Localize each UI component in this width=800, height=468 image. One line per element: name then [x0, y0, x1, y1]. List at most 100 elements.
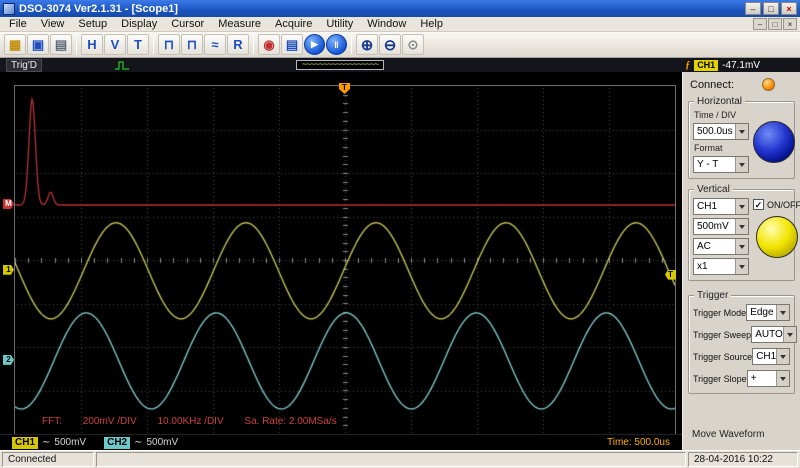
trigger-group: Trigger Trigger Mode Edge Trigger Sweep … — [688, 290, 797, 394]
format-select[interactable]: Y - T — [693, 156, 749, 173]
dropdown-arrow-icon[interactable] — [735, 219, 748, 234]
ch1-badge: CH1 — [12, 436, 39, 449]
ch1-zero-marker[interactable]: 1 — [3, 264, 14, 275]
trigger-pulse-icon — [114, 60, 129, 70]
format-label: Format — [694, 143, 723, 153]
self-cal-icon[interactable]: ⊙ — [402, 34, 424, 55]
datetime-value: 28-04-2016 10:22 — [688, 452, 798, 467]
application-window: DSO-3074 Ver2.1.31 - [Scope1] – □ × File… — [0, 0, 800, 468]
trigger-source-label: Trigger Source — [693, 351, 753, 362]
dropdown-arrow-icon[interactable] — [735, 259, 748, 274]
ch2-badge: CH2 — [104, 436, 131, 449]
dropdown-arrow-icon[interactable] — [735, 157, 748, 172]
fft-zero-marker[interactable]: M — [3, 199, 14, 210]
app-icon — [3, 2, 15, 15]
ch2-scale: 500mV — [146, 437, 179, 448]
menu-file[interactable]: File — [2, 18, 34, 30]
print-icon[interactable]: ▤ — [50, 34, 72, 55]
channel-bar: CH1 ∼ 500mV CH2 ∼ 500mV Time: 500.0us — [0, 434, 682, 450]
trigger-sweep-select[interactable]: AUTO — [751, 326, 797, 343]
minimize-button[interactable]: – — [745, 2, 761, 15]
status-bar: Connected 28-04-2016 10:22 — [0, 450, 800, 468]
menu-acquire[interactable]: Acquire — [268, 18, 319, 30]
math-waveform-icon[interactable]: ⊓ — [158, 34, 180, 55]
fft-icon[interactable]: ⊓ — [181, 34, 203, 55]
dropdown-arrow-icon[interactable] — [735, 239, 748, 254]
vertical-position-knob[interactable] — [756, 216, 798, 258]
dropdown-arrow-icon[interactable] — [776, 349, 790, 364]
toolbar-separator — [153, 35, 154, 54]
horizontal-panel-button[interactable]: H — [81, 34, 103, 55]
trigger-group-title: Trigger — [694, 290, 732, 301]
menu-utility[interactable]: Utility — [319, 18, 360, 30]
trigger-status-bar: Trig'D ~~~~~~~~~~~~~~~~~~ ƒ CH1 -47.1mV — [0, 58, 800, 72]
menu-help[interactable]: Help — [413, 18, 450, 30]
save-icon[interactable]: ▣ — [27, 34, 49, 55]
zoom-out-icon[interactable]: ⊖ — [379, 34, 401, 55]
play-button[interactable]: ▶ — [304, 34, 325, 55]
menu-measure[interactable]: Measure — [211, 18, 268, 30]
probe-select[interactable]: x1 — [693, 258, 749, 275]
fft-info: FFT: 200mV /DIV 10.00KHz /DIV Sa. Rate: … — [42, 416, 355, 427]
connect-label: Connect: — [690, 78, 735, 91]
channel-select[interactable]: CH1 — [693, 198, 749, 215]
title-bar[interactable]: DSO-3074 Ver2.1.31 - [Scope1] – □ × — [0, 0, 800, 17]
menu-display[interactable]: Display — [114, 18, 164, 30]
preview-squiggle: ~~~~~~~~~~~~~~~~~~ — [301, 60, 380, 69]
record-icon[interactable]: ◉ — [258, 34, 280, 55]
run-stop-button[interactable]: R — [227, 34, 249, 55]
trigger-source-select[interactable]: CH1 — [752, 348, 791, 365]
dropdown-arrow-icon[interactable] — [735, 124, 748, 139]
ch1-scale: 500mV — [54, 437, 87, 448]
toolbar-separator — [253, 35, 254, 54]
horizontal-group-title: Horizontal — [694, 96, 746, 107]
horizontal-position-knob[interactable] — [753, 120, 795, 163]
toolbar: ▦ ▣ ▤ H V T ⊓ ⊓ ≈ R ◉ ▤ ▶ ‖ ⊕ ⊖ ⊙ — [0, 32, 800, 58]
menu-window[interactable]: Window — [360, 18, 413, 30]
trigger-panel-button[interactable]: T — [127, 34, 149, 55]
fft-label: FFT: — [42, 416, 62, 427]
dropdown-arrow-icon[interactable] — [735, 199, 748, 214]
waveform-preview[interactable]: ~~~~~~~~~~~~~~~~~~ — [296, 60, 384, 70]
vertical-group: Vertical CH1 500mV AC x1 ✓ ON/OFF — [688, 184, 800, 281]
connection-status: Connected — [2, 452, 94, 467]
trigger-level-value: -47.1mV — [722, 59, 760, 71]
trigger-frequency-icon: ƒ — [685, 59, 691, 71]
ch2-zero-marker[interactable]: 2 — [3, 354, 14, 365]
trigger-mode-label: Trigger Mode — [693, 307, 747, 318]
move-waveform-label: Move Waveform — [692, 429, 765, 440]
menu-cursor[interactable]: Cursor — [164, 18, 211, 30]
channel-onoff-checkbox[interactable]: ✓ — [753, 199, 764, 210]
connect-led-icon — [762, 78, 775, 91]
dropdown-arrow-icon[interactable] — [776, 371, 789, 386]
time-base-value: Time: 500.0us — [607, 437, 670, 448]
dropdown-arrow-icon[interactable] — [776, 305, 789, 320]
trigger-mode-select[interactable]: Edge — [746, 304, 790, 321]
mdi-restore-button[interactable]: □ — [768, 18, 782, 30]
mdi-minimize-button[interactable]: – — [753, 18, 767, 30]
snapshot-icon[interactable]: ▤ — [281, 34, 303, 55]
scope-canvas[interactable] — [14, 85, 676, 435]
trigger-channel-badge: CH1 — [694, 59, 719, 71]
time-div-select[interactable]: 500.0us — [693, 123, 749, 140]
mdi-close-button[interactable]: × — [783, 18, 797, 30]
volt-div-select[interactable]: 500mV — [693, 218, 749, 235]
sample-rate: Sa. Rate: 2.00MSa/s — [244, 416, 337, 427]
menu-view[interactable]: View — [34, 18, 72, 30]
onoff-label: ON/OFF — [767, 199, 800, 210]
trigger-status-badge: Trig'D — [6, 58, 42, 72]
maximize-button[interactable]: □ — [763, 2, 779, 15]
zoom-in-icon[interactable]: ⊕ — [356, 34, 378, 55]
vertical-panel-button[interactable]: V — [104, 34, 126, 55]
pause-button[interactable]: ‖ — [326, 34, 347, 55]
menu-setup[interactable]: Setup — [71, 18, 114, 30]
vertical-group-title: Vertical — [694, 184, 733, 195]
dropdown-arrow-icon[interactable] — [782, 327, 796, 342]
coupling-select[interactable]: AC — [693, 238, 749, 255]
trigger-sweep-label: Trigger Sweep — [693, 329, 752, 340]
trigger-slope-select[interactable]: + — [746, 370, 790, 387]
display-mode-icon[interactable]: ≈ — [204, 34, 226, 55]
open-scope-icon[interactable]: ▦ — [4, 34, 26, 55]
toolbar-separator — [76, 35, 77, 54]
close-button[interactable]: × — [781, 2, 797, 15]
